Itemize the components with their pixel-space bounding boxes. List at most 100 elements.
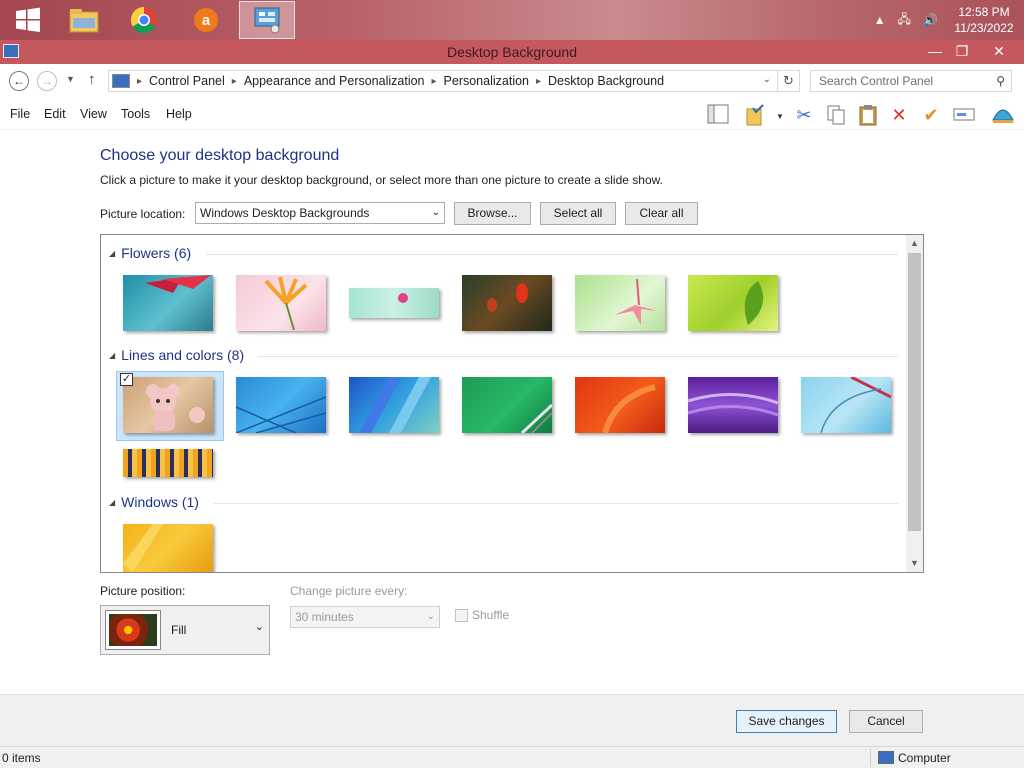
search-input[interactable]: Search Control Panel ⚲ — [810, 70, 1012, 92]
restore-button[interactable]: ❐ — [947, 41, 977, 61]
menu-view[interactable]: View — [80, 107, 107, 121]
delete-icon[interactable]: ✕ — [888, 104, 910, 126]
thumb-checkbox[interactable]: ✓ — [120, 373, 133, 386]
shuffle-checkbox[interactable]: Shuffle — [455, 608, 509, 622]
wallpaper-thumb[interactable] — [688, 275, 778, 331]
back-button[interactable]: ← — [9, 71, 29, 91]
taskbar-file-explorer[interactable] — [56, 1, 112, 39]
picture-location-value: Windows Desktop Backgrounds — [200, 206, 370, 220]
picture-location-dropdown[interactable]: Windows Desktop Backgrounds ⌄ — [195, 202, 445, 224]
properties-folder-icon[interactable] — [745, 104, 767, 126]
gallery-scrollbar[interactable]: ▲ ▼ — [906, 235, 923, 572]
up-arrow-icon[interactable]: ↑ — [88, 71, 96, 88]
collapse-triangle-icon[interactable]: ◢ — [109, 498, 115, 507]
cancel-button[interactable]: Cancel — [849, 710, 923, 733]
picture-location-label: Picture location: — [100, 207, 186, 221]
picture-position-dropdown[interactable]: Fill ⌄ — [100, 605, 270, 655]
browse-button[interactable]: Browse... — [454, 202, 531, 225]
volume-icon[interactable]: 🔊 — [923, 13, 938, 27]
wallpaper-thumb[interactable] — [349, 288, 439, 318]
refresh-icon[interactable]: ↻ — [777, 71, 799, 91]
wallpaper-thumb[interactable] — [462, 377, 554, 435]
menu-tools[interactable]: Tools — [121, 107, 150, 121]
breadcrumb-desktop-background[interactable]: Desktop Background — [544, 74, 668, 88]
chevron-right-icon[interactable]: ▸ — [429, 76, 440, 87]
system-tray: ▲ 🖧 🔊 12:58 PM 11/23/2022 — [868, 0, 1024, 40]
minimize-button[interactable]: — — [920, 41, 950, 61]
group-header-lines-and-colors[interactable]: ◢ Lines and colors (8) — [109, 347, 244, 363]
collapse-triangle-icon[interactable]: ◢ — [109, 351, 115, 360]
shell-icon[interactable] — [991, 104, 1014, 126]
window-title: Desktop Background — [447, 44, 577, 60]
wallpaper-thumb[interactable] — [349, 377, 439, 433]
position-preview-image — [105, 610, 161, 650]
breadcrumb-appearance[interactable]: Appearance and Personalization — [240, 74, 429, 88]
content-area: Choose your desktop background Click a p… — [0, 130, 1024, 694]
wallpaper-thumb[interactable] — [236, 275, 326, 331]
menu-bar: File Edit View Tools Help ▼ ✂ ✕ ✔ — [0, 98, 1024, 130]
show-hidden-icons-icon[interactable]: ▲ — [874, 13, 886, 27]
rename-icon[interactable] — [953, 104, 975, 126]
scrollbar-thumb[interactable] — [908, 253, 921, 531]
taskbar-chrome[interactable] — [116, 1, 172, 39]
forward-button[interactable]: → — [37, 71, 57, 91]
wallpaper-thumb[interactable] — [123, 449, 213, 477]
scroll-down-icon[interactable]: ▼ — [906, 555, 923, 572]
taskbar-avast[interactable]: a — [178, 1, 234, 39]
wallpaper-thumb[interactable] — [235, 377, 327, 434]
clear-all-button[interactable]: Clear all — [625, 202, 698, 225]
wallpaper-thumb[interactable] — [687, 377, 779, 433]
breadcrumb-control-panel[interactable]: Control Panel — [145, 74, 229, 88]
wallpaper-thumb[interactable] — [575, 377, 665, 434]
window-titlebar[interactable]: Desktop Background — ❐ ✕ — [0, 40, 1024, 64]
picture-position-label: Picture position: — [100, 584, 186, 598]
wallpaper-thumb[interactable] — [575, 275, 665, 331]
forward-arrow-icon: → — [41, 74, 53, 88]
checkmark-icon[interactable]: ✔ — [920, 104, 942, 126]
organize-dropdown-icon[interactable]: ▼ — [776, 112, 784, 121]
menu-help[interactable]: Help — [166, 107, 192, 121]
wallpaper-thumb[interactable] — [123, 275, 213, 331]
chrome-icon — [130, 6, 157, 34]
close-button[interactable]: ✕ — [984, 41, 1014, 61]
page-title: Choose your desktop background — [100, 147, 340, 164]
status-bar: 0 items Computer — [0, 746, 1024, 768]
group-header-flowers[interactable]: ◢ Flowers (6) — [109, 245, 191, 261]
chevron-right-icon[interactable]: ▸ — [533, 76, 544, 87]
control-panel-small-icon — [112, 74, 130, 88]
change-interval-dropdown[interactable]: 30 minutes ⌄ — [290, 606, 440, 628]
clock[interactable]: 12:58 PM 11/23/2022 — [944, 4, 1024, 36]
copy-icon[interactable] — [825, 104, 847, 126]
close-icon: ✕ — [993, 43, 1005, 59]
layout-pane-icon[interactable] — [707, 104, 729, 126]
network-icon[interactable]: 🖧 — [898, 10, 911, 31]
svg-text:a: a — [202, 12, 211, 29]
address-dropdown-icon[interactable]: ⌄ — [763, 74, 771, 85]
address-bar[interactable]: ▸ Control Panel ▸ Appearance and Persona… — [108, 70, 800, 92]
menu-file[interactable]: File — [10, 107, 30, 121]
wallpaper-thumb[interactable] — [123, 524, 213, 572]
collapse-triangle-icon[interactable]: ◢ — [109, 249, 115, 258]
start-button[interactable] — [0, 1, 56, 39]
breadcrumb-personalization[interactable]: Personalization — [440, 74, 533, 88]
wallpaper-thumb[interactable] — [462, 275, 552, 331]
recent-pages-icon[interactable]: ▼ — [66, 74, 75, 84]
paste-icon[interactable] — [857, 104, 879, 126]
search-icon[interactable]: ⚲ — [996, 71, 1005, 91]
group-header-windows[interactable]: ◢ Windows (1) — [109, 494, 199, 510]
taskbar-control-panel[interactable] — [239, 1, 295, 39]
page-instructions: Click a picture to make it your desktop … — [100, 173, 663, 187]
wallpaper-gallery[interactable]: ◢ Flowers (6) ◢ Lines and colors (8) ✓ ◢… — [100, 234, 924, 573]
select-all-button[interactable]: Select all — [540, 202, 616, 225]
shuffle-checkbox-box[interactable] — [455, 608, 468, 622]
clock-date: 11/23/2022 — [954, 21, 1014, 35]
scroll-up-icon[interactable]: ▲ — [906, 235, 923, 252]
wallpaper-thumb-selected[interactable] — [123, 377, 213, 433]
group-divider — [258, 356, 898, 357]
cut-icon[interactable]: ✂ — [793, 104, 815, 126]
wallpaper-thumb[interactable] — [801, 375, 892, 434]
menu-edit[interactable]: Edit — [44, 107, 66, 121]
chevron-right-icon[interactable]: ▸ — [229, 76, 240, 87]
save-changes-button[interactable]: Save changes — [736, 710, 837, 733]
avast-icon: a — [194, 8, 218, 32]
